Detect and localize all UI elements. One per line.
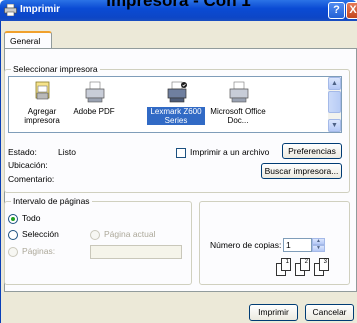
radio-selection-label[interactable]: Selección [22, 229, 59, 239]
tab-general-label: General [10, 36, 41, 46]
copies-label: Número de copias: [210, 240, 282, 250]
page-caption: Impresora - Con 1 [106, 0, 251, 10]
printer-item-label: Agregar impresora [24, 107, 60, 125]
spin-down-icon[interactable]: ▼ [312, 245, 325, 252]
preferences-button[interactable]: Preferencias [282, 143, 342, 159]
radio-selection[interactable] [8, 230, 18, 240]
printer-item-adobe-pdf[interactable]: Adobe PDF [65, 81, 123, 131]
printer-list[interactable]: Agregar impresora Adobe PDF Lexmark Z600… [8, 76, 342, 133]
radio-all-label[interactable]: Todo [22, 213, 40, 223]
scroll-down-icon[interactable]: ▼ [328, 119, 341, 132]
default-printer-icon [167, 81, 187, 103]
printer-list-scrollbar[interactable]: ▲ ▼ [328, 77, 341, 132]
radio-pages[interactable] [8, 247, 18, 257]
printer-item-add[interactable]: Agregar impresora [13, 81, 71, 131]
print-button[interactable]: Imprimir [249, 304, 298, 321]
printer-item-office-doc[interactable]: Microsoft Office Doc... [209, 81, 267, 131]
status-value: Listo [58, 147, 76, 157]
scroll-thumb[interactable] [328, 91, 341, 113]
location-label: Ubicación: [8, 160, 48, 170]
print-to-file-checkbox[interactable] [176, 148, 186, 158]
select-printer-legend: Seleccionar impresora [11, 64, 100, 74]
spin-up-icon[interactable]: ▲ [312, 238, 325, 245]
status-label: Estado: [8, 147, 37, 157]
pages-input[interactable] [90, 245, 182, 259]
copies-stepper[interactable]: ▲ ▼ [312, 238, 325, 252]
printer-item-lexmark[interactable]: Lexmark Z600 Series [147, 81, 205, 131]
radio-pages-label[interactable]: Páginas: [22, 246, 55, 256]
printer-icon [85, 81, 105, 103]
page-range-legend: Intervalo de páginas [11, 196, 92, 206]
copies-input[interactable]: 1 [283, 238, 312, 252]
radio-current-page[interactable] [90, 230, 100, 240]
find-printer-button[interactable]: Buscar impresora... [261, 163, 342, 179]
tab-general[interactable]: General [4, 31, 52, 49]
radio-all[interactable] [8, 214, 18, 224]
add-printer-icon [35, 81, 50, 100]
radio-current-page-label[interactable]: Página actual [104, 229, 156, 239]
scroll-up-icon[interactable]: ▲ [328, 77, 341, 90]
cancel-button[interactable]: Cancelar [305, 304, 354, 321]
print-to-file-label[interactable]: Imprimir a un archivo [190, 147, 269, 157]
printer-item-label: Lexmark Z600 Series [147, 107, 205, 125]
printer-icon [229, 81, 249, 103]
comment-label: Comentario: [8, 174, 55, 184]
printer-item-label: Microsoft Office Doc... [210, 107, 266, 125]
collate-page: 2 [300, 258, 310, 271]
collate-page: 3 [319, 258, 329, 271]
printer-item-label: Adobe PDF [73, 107, 115, 116]
collate-page: 1 [281, 258, 291, 271]
